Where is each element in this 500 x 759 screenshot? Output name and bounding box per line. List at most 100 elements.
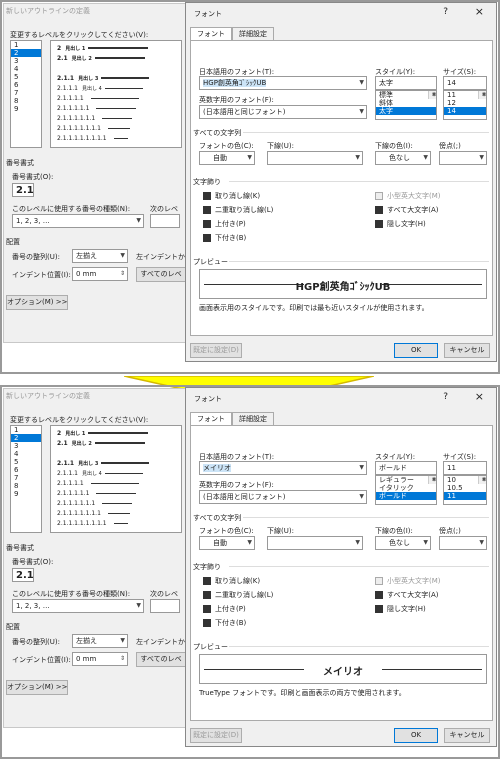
level-item[interactable]: 6 bbox=[11, 81, 41, 89]
style-option[interactable]: 太字 bbox=[376, 107, 436, 115]
tab-advanced[interactable]: 詳細設定 bbox=[232, 412, 274, 426]
effect-checkbox[interactable]: 小型英大文字(M) bbox=[375, 191, 441, 201]
tab-font[interactable]: フォント bbox=[190, 27, 232, 41]
style-field[interactable]: 太字 bbox=[375, 76, 437, 90]
jp-font-select[interactable]: HGP創英角ｺﾞｼｯｸUB ▼ bbox=[199, 76, 367, 90]
checkbox-checked-icon[interactable] bbox=[203, 206, 211, 214]
style-option[interactable]: 斜体 bbox=[376, 99, 436, 107]
scroll-down-icon[interactable]: ▼ bbox=[429, 477, 436, 484]
style-option[interactable]: レギュラー bbox=[376, 476, 436, 484]
underline-select[interactable]: ▼ bbox=[267, 151, 363, 165]
cancel-button[interactable]: キャンセル bbox=[444, 728, 490, 743]
level-item[interactable]: 9 bbox=[11, 105, 41, 113]
underline-select[interactable]: ▼ bbox=[267, 536, 363, 550]
checkbox-checked-icon[interactable] bbox=[375, 220, 383, 228]
style-list[interactable]: レギュラー イタリック ボールド ▲ ▼ bbox=[375, 475, 437, 505]
level-item[interactable]: 6 bbox=[11, 466, 41, 474]
num-style-select[interactable]: 1, 2, 3, … ▼ bbox=[12, 599, 144, 613]
jp-font-select[interactable]: メイリオ ▼ bbox=[199, 461, 367, 475]
scroll-down-icon[interactable]: ▼ bbox=[429, 92, 436, 99]
help-icon[interactable]: ? bbox=[443, 7, 448, 17]
effect-checkbox[interactable]: 二重取り消し線(L) bbox=[203, 590, 273, 600]
effect-checkbox[interactable]: 取り消し線(K) bbox=[203, 191, 260, 201]
level-item[interactable]: 5 bbox=[11, 73, 41, 81]
checkbox-checked-icon[interactable] bbox=[375, 591, 383, 599]
size-option[interactable]: 10.5 bbox=[444, 484, 486, 492]
options-button[interactable]: オプション(M) >> bbox=[6, 295, 68, 310]
level-item[interactable]: 5 bbox=[11, 458, 41, 466]
font-color-select[interactable]: 自動 ▼ bbox=[199, 536, 255, 550]
style-list[interactable]: 標準 斜体 太字 ▲ ▼ bbox=[375, 90, 437, 120]
size-field[interactable]: 14 bbox=[443, 76, 487, 90]
effect-checkbox[interactable]: 二重取り消し線(L) bbox=[203, 205, 273, 215]
effect-checkbox[interactable]: すべて大文字(A) bbox=[375, 205, 438, 215]
level-item[interactable]: 4 bbox=[11, 450, 41, 458]
set-default-button[interactable]: 既定に設定(D) bbox=[190, 728, 242, 743]
size-field[interactable]: 11 bbox=[443, 461, 487, 475]
effect-checkbox[interactable]: すべて大文字(A) bbox=[375, 590, 438, 600]
help-icon[interactable]: ? bbox=[443, 392, 448, 402]
checkbox-unchecked-icon[interactable] bbox=[375, 192, 383, 200]
size-option[interactable]: 11 bbox=[444, 492, 486, 500]
level-item[interactable]: 3 bbox=[11, 57, 41, 65]
level-item[interactable]: 1 bbox=[11, 41, 41, 49]
set-default-button[interactable]: 既定に設定(D) bbox=[190, 343, 242, 358]
level-item[interactable]: 2 bbox=[11, 434, 41, 442]
scroll-down-icon[interactable]: ▼ bbox=[479, 477, 486, 484]
scrollbar[interactable]: ▲ ▼ bbox=[478, 91, 486, 99]
level-item[interactable]: 8 bbox=[11, 482, 41, 490]
scrollbar[interactable]: ▲ ▼ bbox=[428, 476, 436, 484]
num-format-field[interactable]: 2.1 bbox=[12, 568, 34, 582]
level-item[interactable]: 4 bbox=[11, 65, 41, 73]
style-field[interactable]: ボールド bbox=[375, 461, 437, 475]
latin-font-select[interactable]: (日本語用と同じフォント) ▼ bbox=[199, 105, 367, 119]
num-format-field[interactable]: 2.1 bbox=[12, 183, 34, 197]
latin-font-select[interactable]: (日本語用と同じフォント) ▼ bbox=[199, 490, 367, 504]
align-select[interactable]: 左揃え ▼ bbox=[72, 634, 128, 648]
effect-checkbox[interactable]: 下付き(B) bbox=[203, 618, 246, 628]
checkbox-checked-icon[interactable] bbox=[203, 591, 211, 599]
level-item[interactable]: 8 bbox=[11, 97, 41, 105]
font-color-select[interactable]: 自動 ▼ bbox=[199, 151, 255, 165]
level-list[interactable]: 123456789 bbox=[10, 425, 42, 533]
next-level-select[interactable] bbox=[150, 214, 180, 228]
checkbox-unchecked-icon[interactable] bbox=[375, 577, 383, 585]
cancel-button[interactable]: キャンセル bbox=[444, 343, 490, 358]
checkbox-checked-icon[interactable] bbox=[203, 577, 211, 585]
num-style-select[interactable]: 1, 2, 3, … ▼ bbox=[12, 214, 144, 228]
style-option[interactable]: 標準 bbox=[376, 91, 436, 99]
next-level-select[interactable] bbox=[150, 599, 180, 613]
effect-checkbox[interactable]: 隠し文字(H) bbox=[375, 219, 426, 229]
level-item[interactable]: 1 bbox=[11, 426, 41, 434]
effect-checkbox[interactable]: 下付き(B) bbox=[203, 233, 246, 243]
checkbox-checked-icon[interactable] bbox=[203, 605, 211, 613]
scroll-down-icon[interactable]: ▼ bbox=[479, 92, 486, 99]
ok-button[interactable]: OK bbox=[394, 343, 438, 358]
level-item[interactable]: 9 bbox=[11, 490, 41, 498]
effect-checkbox[interactable]: 上付き(P) bbox=[203, 604, 246, 614]
checkbox-checked-icon[interactable] bbox=[375, 206, 383, 214]
all-levels-button[interactable]: すべてのレベ bbox=[136, 267, 186, 282]
effect-checkbox[interactable]: 取り消し線(K) bbox=[203, 576, 260, 586]
checkbox-checked-icon[interactable] bbox=[375, 605, 383, 613]
checkbox-checked-icon[interactable] bbox=[203, 619, 211, 627]
effect-checkbox[interactable]: 上付き(P) bbox=[203, 219, 246, 229]
size-list[interactable]: 10 10.5 11 ▲ ▼ bbox=[443, 475, 487, 505]
scrollbar[interactable]: ▲ ▼ bbox=[478, 476, 486, 484]
indent-field[interactable]: 0 mm ⇕ bbox=[72, 267, 128, 281]
style-option[interactable]: ボールド bbox=[376, 492, 436, 500]
effect-checkbox[interactable]: 隠し文字(H) bbox=[375, 604, 426, 614]
close-icon[interactable]: × bbox=[475, 5, 484, 18]
level-list[interactable]: 123456789 bbox=[10, 40, 42, 148]
level-item[interactable]: 3 bbox=[11, 442, 41, 450]
align-select[interactable]: 左揃え ▼ bbox=[72, 249, 128, 263]
size-option[interactable]: 12 bbox=[444, 99, 486, 107]
size-option[interactable]: 14 bbox=[444, 107, 486, 115]
emphasis-select[interactable]: ▼ bbox=[439, 536, 487, 550]
indent-field[interactable]: 0 mm ⇕ bbox=[72, 652, 128, 666]
style-option[interactable]: イタリック bbox=[376, 484, 436, 492]
checkbox-checked-icon[interactable] bbox=[203, 234, 211, 242]
tab-font[interactable]: フォント bbox=[190, 412, 232, 426]
ok-button[interactable]: OK bbox=[394, 728, 438, 743]
effect-checkbox[interactable]: 小型英大文字(M) bbox=[375, 576, 441, 586]
